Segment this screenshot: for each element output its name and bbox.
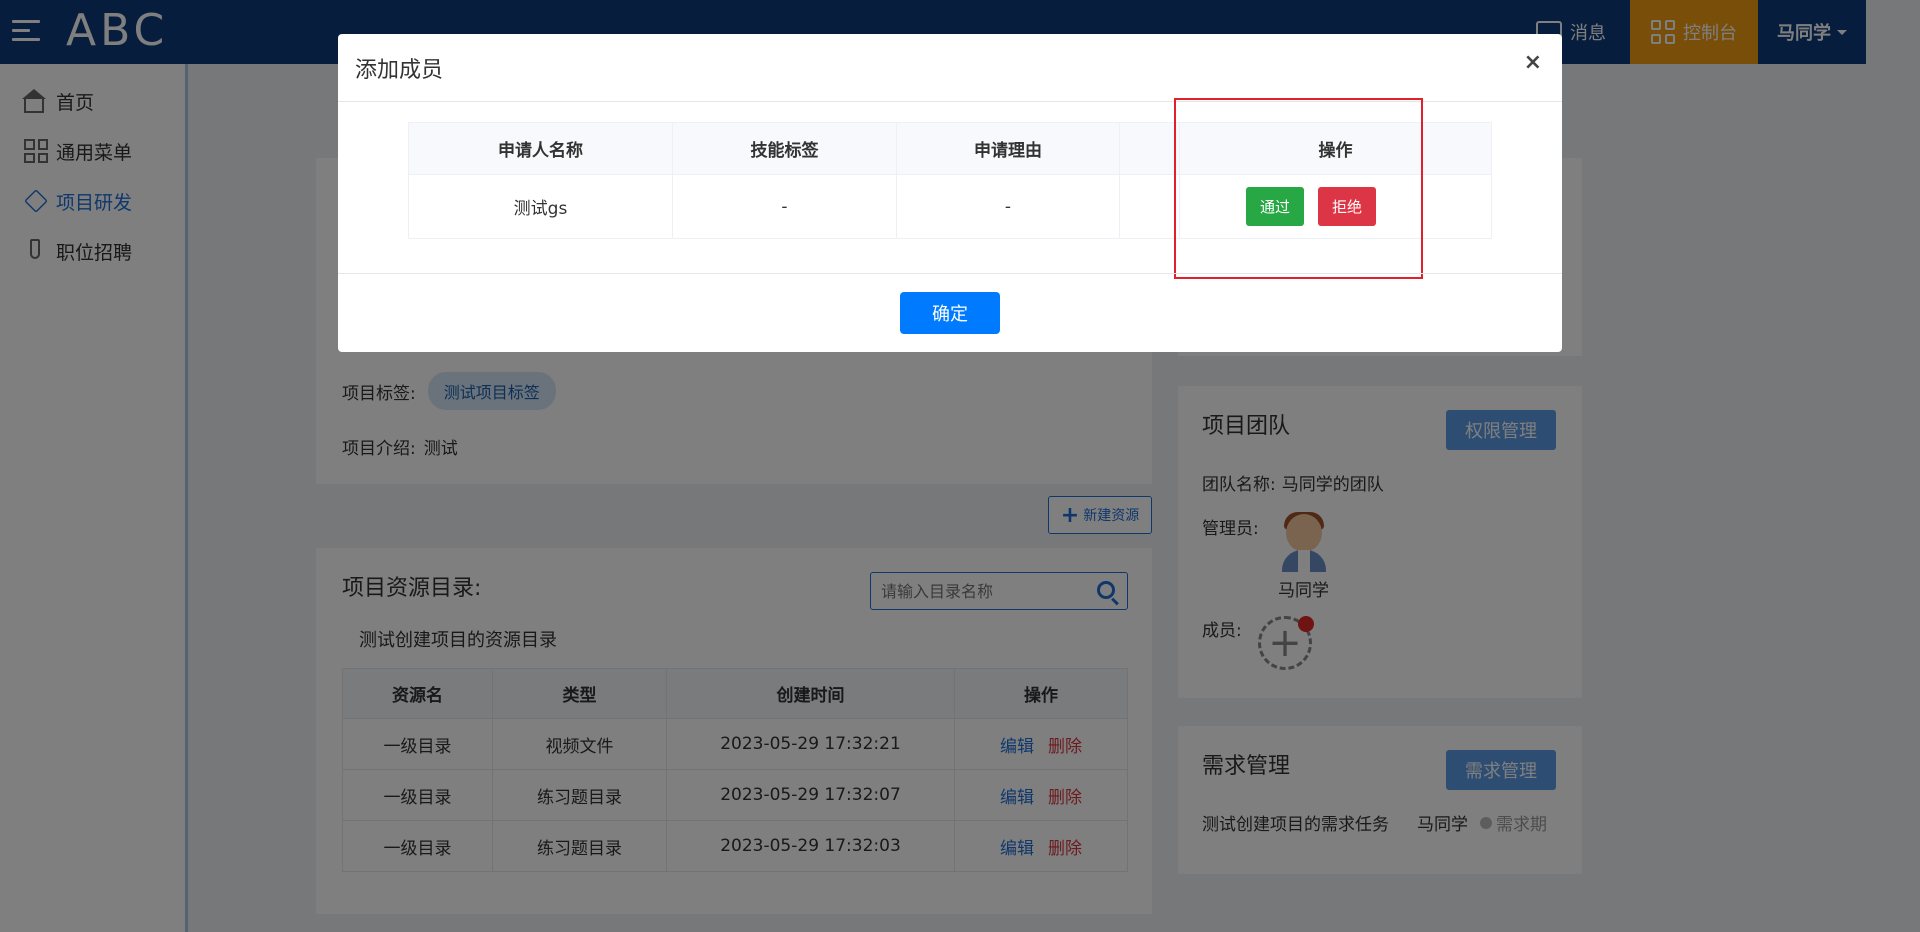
highlight-box bbox=[1174, 98, 1423, 279]
add-member-modal: 添加成员 × 申请人名称 技能标签 申请理由 操作 测试gs - - 通过拒绝 bbox=[338, 34, 1562, 352]
applicant-skills: - bbox=[672, 174, 897, 239]
applicant-extra bbox=[1119, 174, 1180, 239]
modal-footer: 确定 bbox=[338, 273, 1562, 352]
modal-header: 添加成员 × bbox=[338, 34, 1562, 102]
column-header: 申请理由 bbox=[896, 122, 1120, 175]
confirm-button[interactable]: 确定 bbox=[900, 292, 1000, 334]
close-icon[interactable]: × bbox=[1524, 50, 1542, 75]
column-header: 申请人名称 bbox=[408, 122, 673, 175]
applicant-reason: - bbox=[896, 174, 1120, 239]
modal-title: 添加成员 bbox=[355, 58, 444, 83]
column-header: 技能标签 bbox=[672, 122, 897, 175]
column-header bbox=[1119, 122, 1180, 175]
applicant-name: 测试gs bbox=[408, 174, 673, 239]
